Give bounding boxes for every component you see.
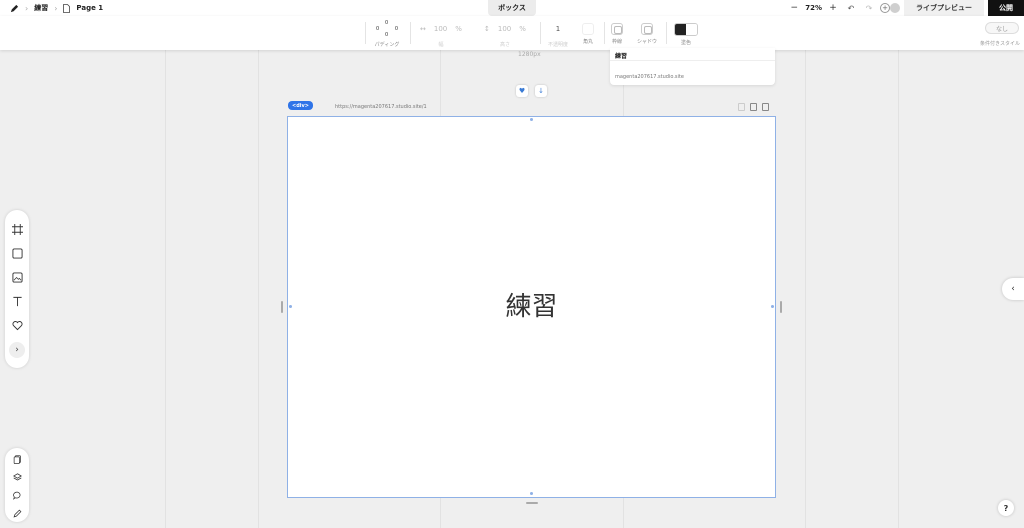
resize-handle[interactable] bbox=[530, 492, 533, 495]
comment-icon[interactable] bbox=[10, 488, 24, 502]
height-value[interactable]: 100 bbox=[498, 25, 511, 33]
site-url[interactable]: magenta207617.studio.site bbox=[615, 74, 684, 80]
padding-control[interactable]: 0 0 0 0 パディング bbox=[374, 20, 400, 48]
shadow-label: シャドウ bbox=[637, 39, 658, 45]
border-label: 枠線 bbox=[611, 39, 622, 45]
breadcrumb-project[interactable]: 練習 bbox=[34, 3, 48, 13]
divider bbox=[540, 22, 541, 44]
layers-icon[interactable] bbox=[10, 470, 24, 484]
top-bar: › 練習 › Page 1 ボックス − 72% + ↶ ↷ + ライブプレビュ… bbox=[0, 0, 1024, 16]
copy-icon[interactable] bbox=[738, 103, 745, 111]
padding-top-value[interactable]: 0 bbox=[385, 20, 388, 26]
width-arrows-icon: ↔ bbox=[420, 25, 426, 33]
resize-handle-right[interactable] bbox=[780, 301, 782, 313]
opacity-label: 不透明度 bbox=[548, 42, 569, 48]
divider bbox=[604, 22, 605, 44]
color-swatch[interactable] bbox=[674, 23, 698, 36]
height-unit[interactable]: % bbox=[519, 25, 526, 33]
chevron-right-icon: › bbox=[25, 3, 29, 13]
property-toolbar: 0 0 0 0 パディング ↔ 100 % 幅 ↕ 100 % 高さ 1 不透明… bbox=[0, 16, 1024, 50]
divider bbox=[666, 22, 667, 44]
round-label: 角丸 bbox=[582, 39, 593, 45]
color-label: 塗色 bbox=[680, 40, 691, 46]
padding-bottom-value[interactable]: 0 bbox=[385, 32, 388, 38]
redo-icon[interactable]: ↷ bbox=[862, 4, 876, 13]
help-button[interactable]: ? bbox=[998, 500, 1014, 516]
width-unit[interactable]: % bbox=[455, 25, 462, 33]
grid-line bbox=[898, 50, 899, 528]
grid-line bbox=[258, 50, 259, 528]
zoom-out-button[interactable]: − bbox=[787, 3, 801, 13]
resize-handle[interactable] bbox=[530, 118, 533, 121]
header-tools: − 72% + ↶ ↷ + ライブプレビュー 公開 bbox=[787, 0, 1024, 16]
resize-handle-left[interactable] bbox=[281, 301, 283, 313]
frame-actions bbox=[738, 103, 769, 111]
breadcrumb: › 練習 › Page 1 bbox=[0, 3, 103, 13]
round-control[interactable]: 角丸 bbox=[582, 20, 594, 45]
height-control[interactable]: ↕ 100 % 高さ bbox=[484, 20, 526, 48]
border-control[interactable]: 枠線 bbox=[611, 20, 623, 45]
canvas-content-text[interactable]: 練習 bbox=[505, 286, 557, 323]
tab-box[interactable]: ボックス bbox=[488, 0, 536, 16]
heart-down-icon[interactable]: ♥ bbox=[516, 85, 528, 97]
conditional-style-button[interactable]: なし bbox=[985, 22, 1019, 34]
color-control[interactable]: 塗色 bbox=[674, 20, 698, 46]
undo-icon[interactable]: ↶ bbox=[844, 4, 858, 13]
canvas-width-label: 1280px bbox=[518, 51, 541, 58]
height-label: 高さ bbox=[499, 42, 510, 48]
pen-icon[interactable] bbox=[10, 506, 24, 520]
divider bbox=[610, 60, 775, 61]
padding-box[interactable]: 0 0 0 0 bbox=[374, 20, 400, 38]
shadow-icon[interactable] bbox=[641, 23, 653, 35]
frame-url: https://magenta207617.studio.site/1 bbox=[335, 104, 427, 110]
image-icon[interactable] bbox=[10, 270, 24, 284]
padding-label: パディング bbox=[374, 42, 400, 48]
duplicate-icon[interactable] bbox=[750, 103, 757, 111]
conditional-style-label: 条件付きスタイル bbox=[979, 41, 1020, 47]
add-page-icon[interactable] bbox=[762, 103, 769, 111]
box-icon[interactable] bbox=[10, 246, 24, 260]
opacity-value[interactable]: 1 bbox=[556, 20, 560, 38]
publish-button[interactable]: 公開 bbox=[988, 0, 1024, 16]
pen-icon[interactable] bbox=[10, 4, 19, 13]
heart-icon[interactable] bbox=[10, 318, 24, 332]
avatar[interactable] bbox=[890, 3, 900, 13]
frame-icon[interactable] bbox=[10, 222, 24, 236]
add-member-icon[interactable]: + bbox=[880, 3, 890, 13]
height-arrows-icon: ↕ bbox=[484, 25, 490, 33]
grid-line bbox=[805, 50, 806, 528]
tool-rail: › bbox=[5, 210, 29, 368]
padding-right-value[interactable]: 0 bbox=[395, 26, 398, 32]
grid-line bbox=[165, 50, 166, 528]
width-label: 幅 bbox=[438, 42, 444, 48]
width-control[interactable]: ↔ 100 % 幅 bbox=[420, 20, 462, 48]
chevron-left-icon[interactable]: ‹ bbox=[1002, 278, 1024, 300]
text-icon[interactable] bbox=[10, 294, 24, 308]
resize-handle-bottom[interactable] bbox=[526, 502, 538, 504]
canvas-frame[interactable]: 練習 bbox=[287, 116, 776, 498]
padding-left-value[interactable]: 0 bbox=[376, 26, 379, 32]
site-info-panel: 練習 magenta207617.studio.site bbox=[610, 48, 775, 85]
opacity-control[interactable]: 1 不透明度 bbox=[548, 20, 568, 48]
chevron-right-icon[interactable]: › bbox=[9, 342, 25, 358]
site-name: 練習 bbox=[615, 53, 628, 60]
divider bbox=[410, 22, 411, 44]
resize-handle[interactable] bbox=[771, 305, 774, 308]
chevron-right-icon: › bbox=[54, 3, 58, 13]
page-icon bbox=[63, 3, 71, 13]
width-value[interactable]: 100 bbox=[434, 25, 447, 33]
border-icon[interactable] bbox=[611, 23, 623, 35]
breadcrumb-page[interactable]: Page 1 bbox=[76, 4, 103, 12]
zoom-value[interactable]: 72% bbox=[805, 4, 822, 12]
live-preview-button[interactable]: ライブプレビュー bbox=[904, 0, 984, 16]
zoom-in-button[interactable]: + bbox=[826, 3, 840, 13]
divider bbox=[365, 22, 366, 44]
resize-handle[interactable] bbox=[289, 305, 292, 308]
shadow-control[interactable]: シャドウ bbox=[637, 20, 657, 45]
arrow-down-icon[interactable]: ↓ bbox=[535, 85, 547, 97]
element-tag[interactable]: <div> bbox=[288, 101, 313, 110]
pages-icon[interactable] bbox=[10, 452, 24, 466]
bottom-tool-rail bbox=[5, 448, 29, 522]
round-icon[interactable] bbox=[582, 23, 594, 35]
